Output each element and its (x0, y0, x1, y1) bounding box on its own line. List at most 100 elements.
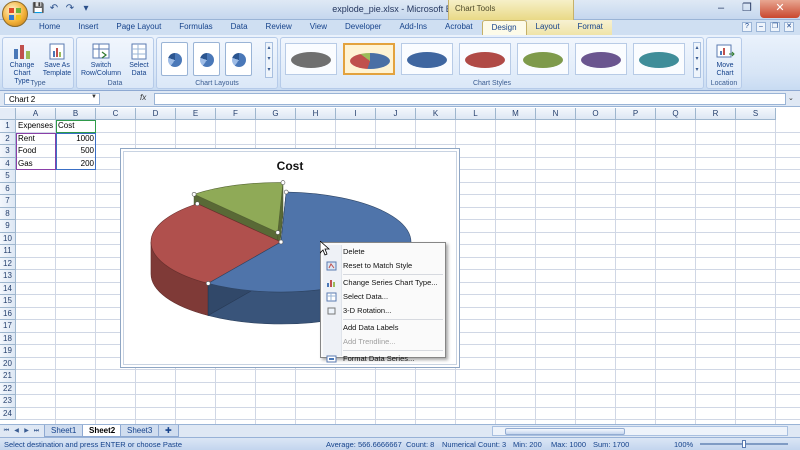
menu-item-select-data[interactable]: Select Data... (323, 290, 443, 304)
tab-page-layout[interactable]: Page Layout (107, 20, 170, 35)
office-button[interactable] (2, 1, 28, 27)
tab-insert[interactable]: Insert (69, 20, 107, 35)
menu-item-3-d-rotation[interactable]: 3-D Rotation... (323, 304, 443, 318)
restore-icon[interactable]: ❐ (734, 0, 760, 18)
menu-item-format-data-series[interactable]: Format Data Series... (323, 352, 443, 366)
tab-review[interactable]: Review (257, 20, 301, 35)
zoom-slider[interactable] (700, 440, 788, 448)
chart-style-5[interactable] (517, 43, 569, 75)
chart-layout-1[interactable] (161, 42, 188, 76)
column-header-j[interactable]: J (376, 108, 416, 120)
tab-add-ins[interactable]: Add-Ins (390, 20, 436, 35)
column-header-h[interactable]: H (296, 108, 336, 120)
tab-view[interactable]: View (301, 20, 336, 35)
column-header-s[interactable]: S (736, 108, 776, 120)
close-icon[interactable]: ✕ (760, 0, 800, 18)
row-header-20[interactable]: 20 (0, 357, 16, 370)
prev-sheet-icon[interactable]: ◀ (12, 426, 21, 436)
tab-design[interactable]: Design (481, 20, 527, 35)
column-header-b[interactable]: B (56, 108, 96, 120)
horizontal-scrollbar[interactable] (492, 426, 788, 436)
chart-style-1[interactable] (285, 43, 337, 75)
minimize-ribbon-icon[interactable]: – (756, 22, 766, 32)
row-header-16[interactable]: 16 (0, 307, 16, 320)
tab-layout[interactable]: Layout (526, 20, 569, 35)
chevron-down-icon[interactable]: ▼ (91, 94, 97, 100)
save-as-template-button[interactable]: Save As Template (41, 41, 73, 78)
row-header-13[interactable]: 13 (0, 270, 16, 283)
tab-acrobat[interactable]: Acrobat (436, 20, 482, 35)
column-header-e[interactable]: E (176, 108, 216, 120)
tab-format[interactable]: Format (568, 20, 612, 35)
row-header-2[interactable]: 2 (0, 132, 16, 145)
row-header-14[interactable]: 14 (0, 282, 16, 295)
row-header-6[interactable]: 6 (0, 182, 16, 195)
sheet-tab-sheet1[interactable]: Sheet1 (44, 425, 84, 437)
selection-handle[interactable] (278, 239, 284, 245)
menu-item-delete[interactable]: Delete (323, 245, 443, 259)
chart-layouts-scroll[interactable]: ▴ ▾ ▾ (265, 42, 273, 78)
restore-workbook-icon[interactable]: ❐ (770, 22, 780, 32)
chart-style-6[interactable] (575, 43, 627, 75)
chart-styles-scroll[interactable]: ▴ ▾ ▾ (693, 42, 701, 78)
name-box[interactable]: Chart 2 ▼ (4, 93, 100, 105)
first-sheet-icon[interactable]: ⏮ (2, 426, 11, 436)
row-header-8[interactable]: 8 (0, 207, 16, 220)
expand-formula-icon[interactable]: ⌄ (788, 94, 796, 104)
row-header-15[interactable]: 15 (0, 295, 16, 308)
row-header-7[interactable]: 7 (0, 195, 16, 208)
column-header-l[interactable]: L (456, 108, 496, 120)
row-header-1[interactable]: 1 (0, 120, 16, 133)
zoom-slider-knob[interactable] (742, 440, 746, 448)
chart-style-2[interactable] (343, 43, 395, 75)
column-header-q[interactable]: Q (656, 108, 696, 120)
sheet-tab-sheet3[interactable]: Sheet3 (120, 425, 160, 437)
column-header-r[interactable]: R (696, 108, 736, 120)
selection-handle[interactable] (275, 230, 281, 235)
column-header-n[interactable]: N (536, 108, 576, 120)
selection-handle[interactable] (205, 281, 211, 286)
last-sheet-icon[interactable]: ⏭ (32, 426, 41, 436)
chart-style-3[interactable] (401, 43, 453, 75)
row-header-18[interactable]: 18 (0, 332, 16, 345)
tab-developer[interactable]: Developer (336, 20, 390, 35)
row-header-22[interactable]: 22 (0, 382, 16, 395)
column-header-c[interactable]: C (96, 108, 136, 120)
column-header-p[interactable]: P (616, 108, 656, 120)
minimize-icon[interactable]: – (708, 0, 734, 18)
row-header-9[interactable]: 9 (0, 220, 16, 233)
chart-layout-3[interactable] (225, 42, 252, 76)
sheet-tab-sheet2[interactable]: Sheet2 (82, 425, 123, 437)
formula-input[interactable] (154, 93, 786, 105)
select-data-button[interactable]: Select Data (125, 41, 153, 78)
column-header-a[interactable]: A (16, 108, 56, 120)
column-header-g[interactable]: G (256, 108, 296, 120)
column-header-m[interactable]: M (496, 108, 536, 120)
row-header-4[interactable]: 4 (0, 157, 16, 170)
column-header-i[interactable]: I (336, 108, 376, 120)
row-header-17[interactable]: 17 (0, 320, 16, 333)
row-header-23[interactable]: 23 (0, 395, 16, 408)
selection-handle[interactable] (191, 191, 197, 197)
row-header-3[interactable]: 3 (0, 145, 16, 158)
selection-handle[interactable] (195, 201, 200, 207)
next-sheet-icon[interactable]: ▶ (22, 426, 31, 436)
tab-formulas[interactable]: Formulas (170, 20, 221, 35)
close-workbook-icon[interactable]: ✕ (784, 22, 794, 32)
help-icon[interactable]: ? (742, 22, 752, 32)
cell-a1[interactable]: Expenses (16, 120, 56, 132)
column-header-k[interactable]: K (416, 108, 456, 120)
scroll-thumb[interactable] (505, 428, 625, 435)
column-header-o[interactable]: O (576, 108, 616, 120)
row-header-10[interactable]: 10 (0, 232, 16, 245)
chart-style-4[interactable] (459, 43, 511, 75)
move-chart-button[interactable]: Move Chart (709, 41, 741, 78)
selection-handle[interactable] (283, 189, 289, 195)
zoom-level[interactable]: 100% (674, 440, 693, 449)
column-header-d[interactable]: D (136, 108, 176, 120)
column-header-f[interactable]: F (216, 108, 256, 120)
row-header-24[interactable]: 24 (0, 407, 16, 420)
select-all-corner[interactable] (0, 108, 16, 120)
fx-icon[interactable]: fx (140, 93, 146, 102)
menu-item-reset-to-match-style[interactable]: Reset to Match Style (323, 259, 443, 273)
